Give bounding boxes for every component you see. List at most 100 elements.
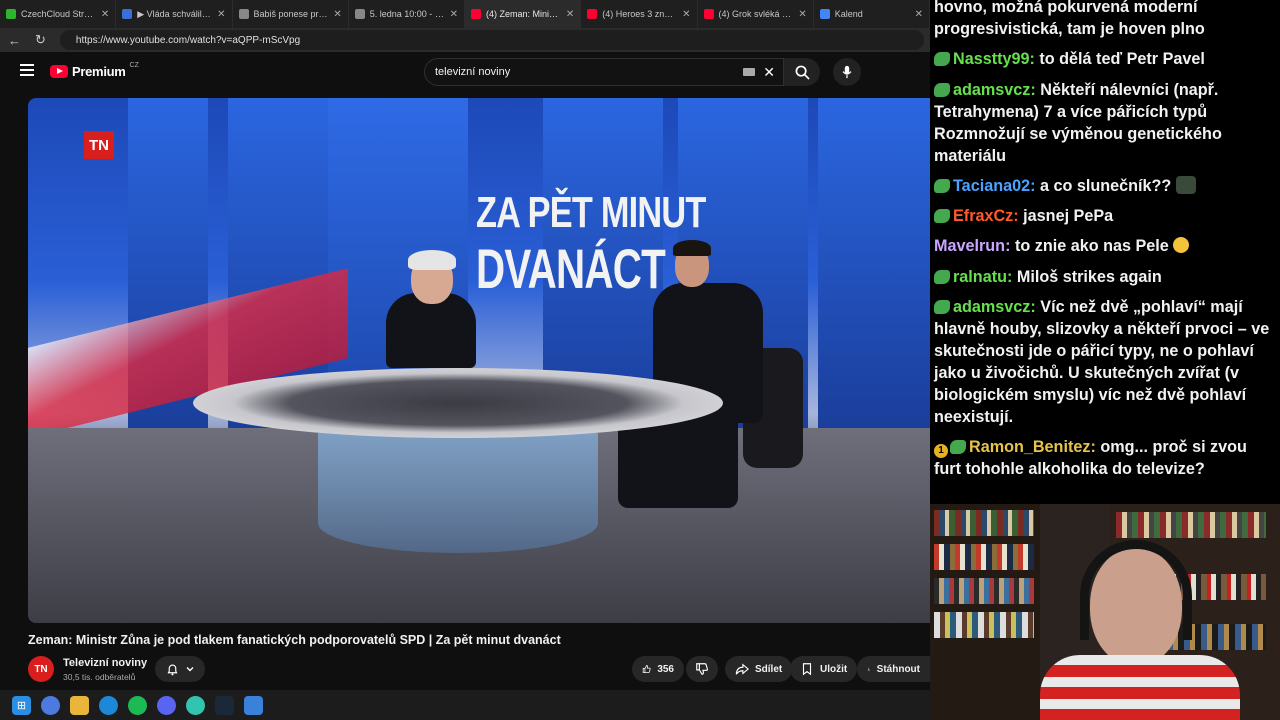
like-count: 356 [657,663,674,675]
youtube-logo[interactable]: Premium CZ [50,62,139,79]
browser-tab[interactable]: (4) Grok svléká každého ✕ [698,0,814,28]
chat-username[interactable]: Ramon_Benitez [969,438,1090,456]
browser-tab[interactable]: Kalend ✕ [814,0,930,28]
back-icon[interactable]: ← [8,33,21,48]
chat-emote-icon [1175,175,1196,194]
download-button[interactable]: Stáhnout [857,656,930,682]
url-field[interactable]: https://www.youtube.com/watch?v=aQPP-mSc… [59,30,924,50]
chat-username[interactable]: Mavelrun [934,237,1005,255]
show-title-graphic: ZA PĚT MINUT DVANÁCT [476,191,770,297]
keyboard-icon[interactable] [743,68,756,76]
browser-tab[interactable]: Babiš ponese prezidento ✕ [233,0,349,28]
browser-tab[interactable]: (4) Heroes 3 znovu přeio ✕ [581,0,698,28]
chat-separator: : [1090,438,1101,457]
browser-tab[interactable]: CzechCloud Stream - Wa ✕ [0,0,117,28]
tab-favicon-icon [354,9,365,19]
browser-tab[interactable]: 5. ledna 10:00 - Studio C ✕ [349,0,465,28]
hamburger-menu-icon[interactable] [20,64,34,76]
channel-name[interactable]: Televizní noviny [63,657,147,669]
chat-separator: : [1030,80,1041,99]
edge-browser-icon[interactable] [99,695,118,715]
windows-start-icon[interactable]: ⊞ [12,695,31,715]
chat-text: to znie ako nas Pele [1014,237,1169,256]
chat-text: Víc než dvě „pohlaví“ mají hlavně houby,… [934,298,1270,427]
tab-title: (4) Grok svléká každého [718,9,794,19]
chevron-down-icon [186,667,193,672]
chat-username[interactable]: Nasstty99 [953,50,1030,68]
subscriber-badge-icon [934,209,950,224]
search-icon [795,65,810,80]
copilot-icon[interactable] [41,695,60,715]
notifications-button[interactable] [155,656,205,682]
tab-favicon-icon [819,9,830,19]
chat-text: a co slunečník?? [1039,176,1172,195]
chat-username[interactable]: Taciana02 [953,177,1030,195]
subscriber-badge-icon [934,300,950,315]
steam-icon[interactable] [215,695,234,715]
search-button[interactable] [784,58,820,86]
tab-close-icon[interactable]: ✕ [101,9,109,20]
tab-close-icon[interactable]: ✕ [798,9,806,20]
channel-avatar[interactable]: TN [28,656,54,682]
tab-title: (4) Heroes 3 znovu přeio [602,9,678,19]
books-row [1116,512,1266,538]
thumbs-down-icon [696,663,708,675]
chat-separator: : [1030,176,1040,195]
tab-favicon-icon [471,9,481,19]
chat-text: hovno, možná pokurvená moderní progresiv… [934,0,1205,38]
app-icon[interactable] [186,695,205,715]
save-button[interactable]: Uložit [790,656,858,682]
books-row [934,510,1034,536]
download-label: Stáhnout [876,663,920,675]
notepad-icon[interactable] [244,695,263,715]
reload-icon[interactable]: ↻ [35,32,46,48]
share-button[interactable]: Sdílet [725,656,793,682]
tab-close-icon[interactable]: ✕ [566,9,574,20]
tab-favicon-icon [122,9,133,19]
stream-chat: hovno, možná pokurvená moderní progresiv… [930,0,1280,504]
chat-username[interactable]: adamsvcz [953,298,1030,316]
tab-bar: CzechCloud Stream - Wa✕▶ Vláda schválila… [0,0,930,28]
voice-search-button[interactable] [833,58,861,86]
youtube-play-icon [50,65,68,78]
discord-icon[interactable] [157,695,176,715]
host-hair [673,240,711,256]
search-input[interactable] [435,66,744,78]
browser-tab[interactable]: ▶ Vláda schválila progra ✕ [116,0,233,28]
spotify-icon[interactable] [128,695,147,715]
subscriber-badge-icon [934,52,950,67]
chat-message: Nasstty99: to dělá teď Petr Pavel [934,48,1276,70]
bookmark-icon [802,663,812,676]
chat-username[interactable]: adamsvcz [953,81,1030,99]
search-box: ✕ [424,58,784,86]
tab-close-icon[interactable]: ✕ [682,9,690,20]
dislike-button[interactable] [686,656,718,682]
tab-close-icon[interactable]: ✕ [217,9,225,20]
tab-close-icon[interactable]: ✕ [915,9,923,20]
region-code: CZ [129,62,139,69]
channel-watermark: TN [84,131,114,159]
file-explorer-icon[interactable] [70,695,89,715]
browser-tab[interactable]: (4) Zeman: Ministr Z ✕ [465,0,582,28]
tab-close-icon[interactable]: ✕ [333,9,341,20]
chat-text: to dělá teď Petr Pavel [1039,50,1205,69]
share-icon [735,663,749,675]
chat-message: Taciana02: a co slunečník?? [934,175,1276,197]
channel-subscribers: 30,5 tis. odběratelů [63,672,136,682]
tab-close-icon[interactable]: ✕ [450,9,458,20]
share-label: Sdílet [755,663,783,675]
chat-username[interactable]: EfraxCz [953,207,1013,225]
chat-text: Miloš strikes again [1016,267,1162,286]
clear-search-icon[interactable]: ✕ [763,64,775,81]
chat-message: Mavelrun: to znie ako nas Pele [934,235,1276,257]
like-button[interactable]: 356 [632,656,684,682]
subscriber-badge-icon [934,82,950,97]
tab-title: 5. ledna 10:00 - Studio C [369,9,445,19]
screen: CzechCloud Stream - Wa✕▶ Vláda schválila… [0,0,1280,720]
chat-text: jasnej PePa [1023,207,1114,226]
tab-favicon-icon [6,9,16,19]
chat-message: EfraxCz: jasnej PePa [934,205,1276,227]
chat-username[interactable]: ralnatu [953,268,1007,286]
tab-title: ▶ Vláda schválila progra [137,8,212,19]
video-player[interactable]: TN ZA PĚT MINUT DVANÁCT [28,98,930,623]
